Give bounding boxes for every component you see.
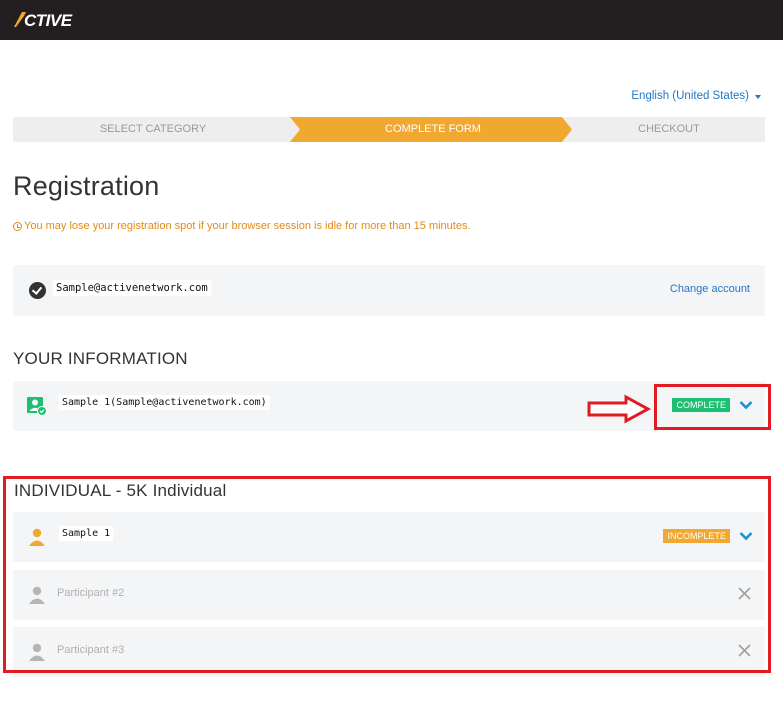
step-label: SELECT CATEGORY bbox=[99, 123, 207, 135]
warning-text: You may lose your registration spot if y… bbox=[24, 220, 471, 232]
progress-steps: SELECT CATEGORY COMPLETE FORM CHECKOUT bbox=[13, 117, 765, 142]
step-complete-form: COMPLETE FORM bbox=[293, 117, 573, 142]
step-label: COMPLETE FORM bbox=[385, 123, 481, 135]
user-check-icon bbox=[27, 396, 47, 416]
annotation-box-status bbox=[654, 384, 771, 430]
caret-down-icon bbox=[755, 94, 761, 99]
change-account-link[interactable]: Change account bbox=[670, 283, 750, 295]
step-label: CHECKOUT bbox=[638, 123, 700, 135]
session-warning: You may lose your registration spot if y… bbox=[13, 220, 471, 232]
your-information-row[interactable]: Sample 1(Sample@activenetwork.com) COMPL… bbox=[13, 381, 765, 431]
step-select-category: SELECT CATEGORY bbox=[13, 117, 293, 142]
annotation-box-individual bbox=[3, 476, 771, 673]
active-logo[interactable]: CTIVE bbox=[12, 8, 98, 30]
your-information-heading: YOUR INFORMATION bbox=[13, 349, 188, 368]
top-bar: CTIVE bbox=[0, 0, 783, 40]
svg-text:CTIVE: CTIVE bbox=[24, 11, 73, 30]
clock-icon bbox=[13, 221, 22, 231]
step-checkout: CHECKOUT bbox=[573, 117, 765, 142]
participant-name: Sample 1(Sample@activenetwork.com) bbox=[59, 395, 270, 410]
language-selector[interactable]: English (United States) bbox=[631, 90, 761, 102]
language-label: English (United States) bbox=[631, 90, 749, 102]
account-email: Sample@activenetwork.com bbox=[53, 280, 211, 296]
check-circle-icon bbox=[29, 282, 46, 299]
page-title: Registration bbox=[13, 171, 160, 201]
annotation-arrow-icon bbox=[586, 394, 652, 424]
account-panel: Sample@activenetwork.com Change account bbox=[13, 265, 765, 316]
